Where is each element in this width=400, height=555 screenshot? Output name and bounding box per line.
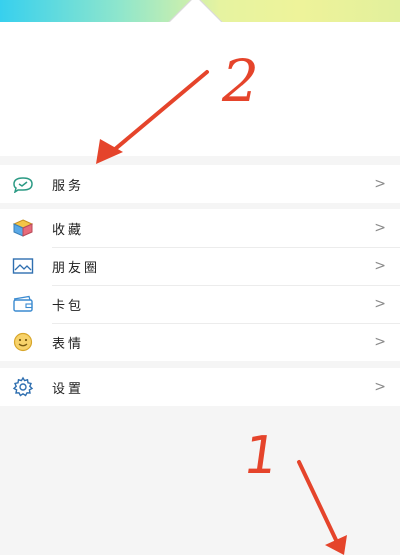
menu-item-stickers[interactable]: 表情 > — [0, 323, 400, 361]
menu-group-settings: 设置 > — [0, 368, 400, 406]
menu-item-favorites[interactable]: 收藏 > — [0, 209, 400, 247]
stickers-icon — [12, 332, 34, 352]
chevron-right-icon: > — [374, 296, 386, 312]
menu-item-settings[interactable]: 设置 > — [0, 368, 400, 406]
services-icon — [12, 174, 34, 194]
menu-item-cards[interactable]: 卡包 > — [0, 285, 400, 323]
menu-item-services[interactable]: 服务 > — [0, 165, 400, 203]
menu-group-services: 服务 > — [0, 165, 400, 203]
chevron-right-icon: > — [374, 258, 386, 274]
moments-icon — [12, 256, 34, 276]
settings-gear-icon — [12, 376, 34, 397]
menu-item-label: 服务 — [52, 178, 85, 194]
chevron-right-icon: > — [374, 220, 386, 236]
annotation-number-1: 1 — [239, 426, 282, 486]
menu-item-label: 表情 — [52, 336, 85, 352]
menu-item-label: 设置 — [52, 381, 85, 397]
chevron-right-icon: > — [374, 176, 386, 192]
chevron-right-icon: > — [374, 334, 386, 350]
chevron-right-icon: > — [374, 379, 386, 395]
favorites-icon — [12, 218, 34, 238]
cards-icon — [12, 294, 34, 314]
menu-item-label: 朋友圈 — [52, 260, 101, 276]
menu-item-label: 卡包 — [52, 298, 85, 314]
profile-header — [0, 22, 400, 156]
menu-item-label: 收藏 — [52, 222, 85, 238]
menu-item-moments[interactable]: 朋友圈 > — [0, 247, 400, 285]
menu-group-main: 收藏 > 朋友圈 > 卡包 > 表情 > — [0, 209, 400, 361]
